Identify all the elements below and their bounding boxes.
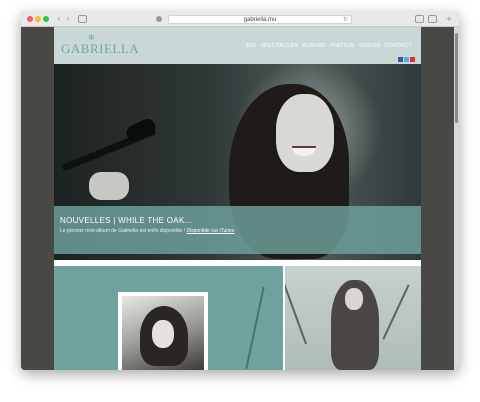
website: ✻ GABRIELLA BIO SPECTACLES ALBUMS PHOTOS… <box>54 27 421 370</box>
hero-caption: NOUVELLES | WHILE THE OAK... Le premier … <box>54 206 421 254</box>
nav-item-videos[interactable]: VIDEOS <box>358 43 380 49</box>
url-text: gabriella.mu <box>243 17 277 23</box>
nav-item-photos[interactable]: PHOTOS <box>330 43 354 49</box>
new-tab-icon[interactable]: + <box>445 15 453 24</box>
caption-title[interactable]: NOUVELLES | WHILE THE OAK... <box>60 216 192 225</box>
social-links <box>398 57 415 62</box>
feature-panel-right[interactable] <box>285 266 421 370</box>
scrollbar-thumb[interactable] <box>455 33 458 123</box>
site-logo[interactable]: GABRIELLA <box>61 41 139 57</box>
close-window-button[interactable] <box>27 16 33 22</box>
main-nav: BIO SPECTACLES ALBUMS PHOTOS VIDEOS CONT… <box>246 43 412 49</box>
minimize-window-button[interactable] <box>35 16 41 22</box>
nav-item-spectacles[interactable]: SPECTACLES <box>260 43 298 49</box>
share-icon[interactable] <box>415 15 424 23</box>
site-header: ✻ GABRIELLA BIO SPECTACLES ALBUMS PHOTOS… <box>54 27 421 64</box>
sidebar-icon[interactable] <box>78 15 87 23</box>
back-icon[interactable]: ‹ <box>55 15 63 23</box>
facebook-icon[interactable] <box>398 57 403 62</box>
portrait-image <box>122 296 204 370</box>
nav-item-bio[interactable]: BIO <box>246 43 256 49</box>
reload-icon[interactable]: ↻ <box>343 16 348 24</box>
nav-item-albums[interactable]: ALBUMS <box>302 43 326 49</box>
tabs-overview-icon[interactable] <box>428 15 437 23</box>
browser-window: ‹ › gabriella.mu ↻ + ✻ GABRIELLA BIO SPE… <box>21 12 459 370</box>
page-scrollbar[interactable] <box>454 27 459 370</box>
portrait-face <box>152 320 174 348</box>
hero-singer-face <box>276 94 334 172</box>
youtube-icon[interactable] <box>410 57 415 62</box>
singer-face <box>345 288 363 310</box>
branch-decoration <box>245 286 265 370</box>
page-viewport: ✻ GABRIELLA BIO SPECTACLES ALBUMS PHOTOS… <box>21 27 459 370</box>
twitter-icon[interactable] <box>404 57 409 62</box>
forward-icon[interactable]: › <box>64 15 72 23</box>
browser-toolbar: ‹ › gabriella.mu ↻ + <box>21 12 459 27</box>
address-bar[interactable]: gabriella.mu ↻ <box>168 15 352 24</box>
itunes-link[interactable]: Disponible sur iTunes <box>186 228 234 234</box>
zoom-window-button[interactable] <box>43 16 49 22</box>
portrait-photo[interactable] <box>118 292 208 370</box>
hero-singer-hand <box>89 172 129 200</box>
privacy-shield-icon[interactable] <box>156 16 162 22</box>
nav-item-contact[interactable]: CONTACT <box>384 43 412 49</box>
hero-banner[interactable]: NOUVELLES | WHILE THE OAK... Le premier … <box>54 64 421 260</box>
caption-text: Le premier mini-album de Gabriella est e… <box>60 228 234 234</box>
feature-panel-left[interactable] <box>54 266 283 370</box>
caption-body: Le premier mini-album de Gabriella est e… <box>60 228 187 234</box>
